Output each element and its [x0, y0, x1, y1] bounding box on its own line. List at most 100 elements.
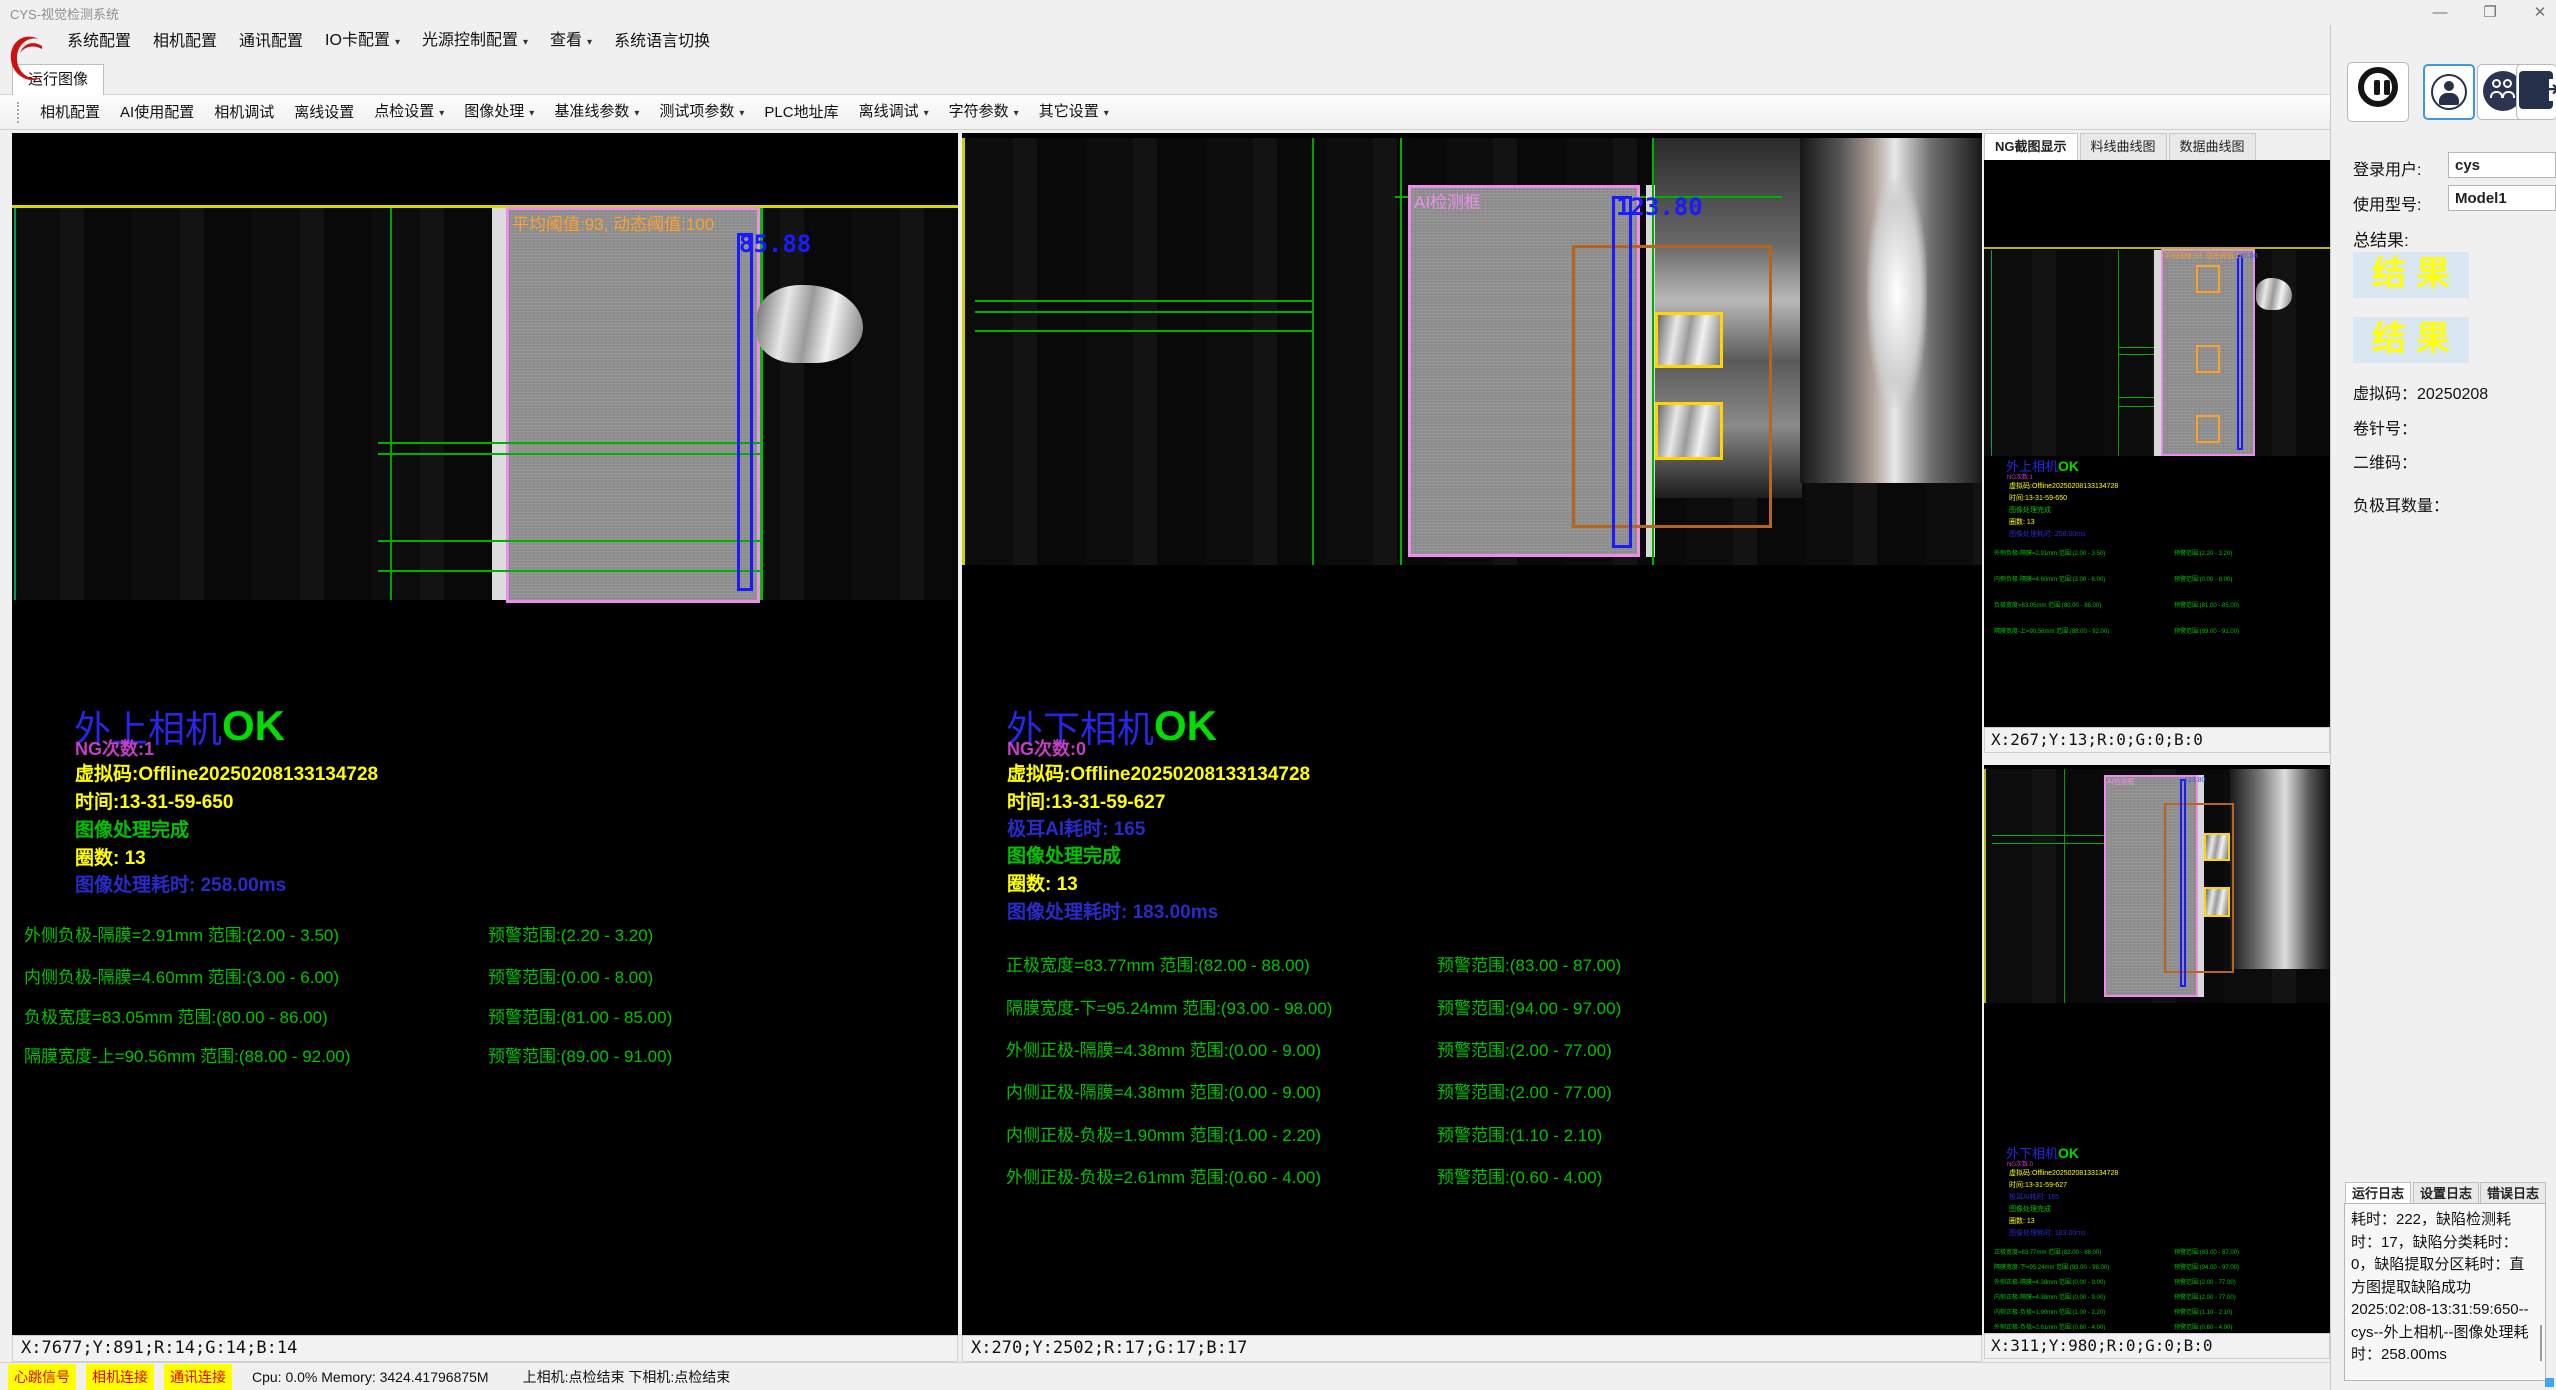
tab-detect-box-yellow — [1655, 402, 1723, 460]
mini-measurement-row: 正极宽度=83.77mm 范围:(82.00 - 88.00)预警范围:(83.… — [1994, 1247, 2324, 1256]
tool-spot-check-settings[interactable]: 点检设置▾ — [364, 94, 454, 131]
camera-check-status: 上相机:点检结束 下相机:点检结束 — [523, 1367, 731, 1387]
mini-measurement-row: 内侧正极-负极=1.90mm 范围:(1.00 - 2.20)预警范围:(1.1… — [1994, 1307, 2324, 1316]
mini-process-done: 图像处理完成 — [2009, 505, 2051, 515]
tool-baseline-params[interactable]: 基准线参数▾ — [544, 94, 649, 131]
upper-camera-view[interactable]: 平均阈值:93, 动态阈值:100 85.88 外上相机OK NG次数:1 虚拟… — [12, 133, 958, 1362]
tab-ng-screenshot[interactable]: NG截图显示 — [1984, 133, 2078, 160]
mini-electrode-tab-blob — [2256, 278, 2292, 310]
resize-grip[interactable] — [2545, 1378, 2554, 1387]
mini-machine-roller — [2230, 769, 2330, 969]
measurement-value: 负极宽度=83.05mm 范围:(80.00 - 86.00) — [24, 1003, 328, 1028]
menu-camera-config[interactable]: 相机配置 — [142, 25, 228, 59]
measurement-row: 内侧正极-隔膜=4.38mm 范围:(0.00 - 9.00) 预警范围:(2.… — [1006, 1078, 1966, 1100]
virtual-code: 虚拟码:Offline20250208133134728 — [75, 759, 378, 786]
restore-button[interactable]: ❐ — [2468, 0, 2512, 25]
tool-ai-usage-config[interactable]: AI使用配置 — [110, 95, 204, 130]
menu-light-control-config[interactable]: 光源控制配置▾ — [411, 24, 539, 60]
tool-camera-debug[interactable]: 相机调试 — [204, 95, 284, 130]
mini-measurement-row: 隔膜宽度-下=95.24mm 范围:(93.00 - 98.00)预警范围:(9… — [1994, 1262, 2324, 1271]
overlay-line-green — [378, 453, 762, 455]
model-label: 使用型号: — [2353, 191, 2421, 215]
mini-process-time: 图像处理耗时: 258.00ms — [2009, 529, 2086, 539]
minimize-button[interactable]: — — [2418, 0, 2462, 25]
measurement-warning: 预警范围:(2.00 - 77.00) — [1437, 1078, 1612, 1103]
app-window: CYS-视觉检测系统 — ❐ ✕ 系统配置 相机配置 通讯配置 IO卡配置▾ 光… — [0, 0, 2556, 1390]
loop-count: 圈数: 13 — [1007, 869, 1078, 896]
tool-camera-config[interactable]: 相机配置 — [30, 95, 110, 130]
chevron-down-icon: ▾ — [529, 108, 534, 119]
menu-language-switch[interactable]: 系统语言切换 — [603, 25, 721, 59]
overlay-line-green — [975, 330, 1312, 332]
mini-tab-box-yellow — [2204, 833, 2230, 861]
pause-button[interactable] — [2347, 62, 2409, 122]
measurement-row: 内侧正极-负极=1.90mm 范围:(1.00 - 2.20) 预警范围:(1.… — [1006, 1121, 1966, 1143]
camera-result: OK — [222, 702, 285, 749]
log-text-area[interactable]: 耗时：222，缺陷检测耗时：17，缺陷分类耗时：0，缺陷提取分区耗时：直方图提取… — [2344, 1203, 2546, 1381]
overlay-line-green — [1312, 138, 1314, 565]
ng-tab-bar: NG截图显示 料线曲线图 数据曲线图 — [1984, 133, 2258, 160]
user-button[interactable] — [2423, 64, 2475, 120]
measurement-value: 内侧正极-隔膜=4.38mm 范围:(0.00 - 9.00) — [1006, 1078, 1321, 1103]
tab-settings-log[interactable]: 设置日志 — [2413, 1182, 2479, 1204]
lower-camera-view[interactable]: AI检测框 123.80 外下相机OK NG次数:0 虚拟码:Offline20… — [962, 133, 1982, 1362]
tool-char-params[interactable]: 字符参数▾ — [939, 94, 1029, 131]
overlay-line-yellow — [1984, 769, 1986, 1003]
measurement-value: 外侧正极-负极=2.61mm 范围:(0.60 - 4.00) — [1006, 1163, 1321, 1188]
overlay-line-green — [975, 311, 1312, 313]
ng-count: NG次数:0 — [1007, 735, 1086, 761]
capture-time: 时间:13-31-59-650 — [75, 787, 233, 814]
tool-image-processing[interactable]: 图像处理▾ — [454, 94, 544, 131]
mini-loop-count: 圈数: 13 — [2009, 517, 2035, 527]
tab-data-curve[interactable]: 数据曲线图 — [2169, 133, 2256, 160]
measure-box-blue — [1612, 196, 1632, 548]
user-icon — [2431, 74, 2467, 110]
ng-thumbnail-upper[interactable]: 平均阈值:93, 动态阈值:100 85.88 外上相机OK NG次数:1 虚拟… — [1984, 160, 2330, 753]
measurement-value: 外侧正极-隔膜=4.38mm 范围:(0.00 - 9.00) — [1006, 1036, 1321, 1061]
model-field[interactable] — [2448, 185, 2556, 211]
measurement-row: 外侧负极-隔膜=2.91mm 范围:(2.00 - 3.50) 预警范围:(2.… — [24, 921, 958, 943]
measurement-row: 外侧正极-负极=2.61mm 范围:(0.60 - 4.00) 预警范围:(0.… — [1006, 1163, 1966, 1185]
tool-test-item-params[interactable]: 测试项参数▾ — [649, 94, 754, 131]
close-button[interactable]: ✕ — [2518, 0, 2556, 25]
roller-highlight — [1867, 178, 1927, 408]
menu-system-config[interactable]: 系统配置 — [56, 25, 142, 59]
measurement-warning: 预警范围:(2.20 - 3.20) — [488, 921, 653, 946]
ai-box-label: AI检测框 — [1414, 188, 1481, 213]
cpu-memory-status: Cpu: 0.0% Memory: 3424.41796875M — [252, 1369, 489, 1385]
defect-roi-box-orange — [1572, 245, 1772, 528]
measurement-warning: 预警范围:(0.00 - 8.00) — [488, 963, 653, 988]
logout-button[interactable]: ➜ — [2516, 64, 2556, 120]
measurement-value: 内侧正极-负极=1.90mm 范围:(1.00 - 2.20) — [1006, 1121, 1321, 1146]
toolbar-grip[interactable] — [17, 102, 21, 123]
tab-material-curve[interactable]: 料线曲线图 — [2080, 133, 2167, 160]
total-result-label: 总结果: — [2353, 226, 2409, 251]
mini-process-done: 图像处理完成 — [2009, 1204, 2051, 1214]
chevron-down-icon: ▾ — [587, 37, 592, 48]
comm-connect-badge: 通讯连接 — [164, 1364, 232, 1390]
tool-offline-debug[interactable]: 离线调试▾ — [849, 94, 939, 131]
result-box-lower: 结果 — [2353, 317, 2469, 363]
mini-measurement-row: 内侧负极-隔膜=4.60mm 范围:(3.00 - 6.00)预警范围:(0.0… — [1994, 574, 2324, 583]
mini-tab-box-yellow — [2204, 887, 2230, 917]
menu-io-card-config[interactable]: IO卡配置▾ — [314, 24, 411, 60]
tab-run-log[interactable]: 运行日志 — [2345, 1182, 2411, 1204]
tool-other-settings[interactable]: 其它设置▾ — [1029, 94, 1119, 131]
mini-defect-box-orange — [2196, 415, 2220, 443]
measurement-warning: 预警范围:(2.00 - 77.00) — [1437, 1036, 1612, 1061]
mini-process-time: 图像处理耗时: 183.00ms — [2009, 1228, 2086, 1238]
menu-view[interactable]: 查看▾ — [539, 24, 603, 60]
log-scrollbar[interactable] — [2540, 1325, 2542, 1361]
measurement-warning: 预警范围:(0.60 - 4.00) — [1437, 1163, 1602, 1188]
tool-plc-address-lib[interactable]: PLC地址库 — [754, 95, 848, 130]
tab-error-log[interactable]: 错误日志 — [2480, 1182, 2546, 1204]
overlay-line-green — [760, 208, 763, 600]
tool-offline-settings[interactable]: 离线设置 — [284, 95, 364, 130]
ng-thumbnail-lower[interactable]: AI检测框 123.80 外下相机OK NG次数:0 虚拟码:Offline20… — [1984, 765, 2330, 1359]
mini-ng-count: NG次数:0 — [2007, 1159, 2033, 1168]
pause-icon — [2358, 67, 2398, 107]
login-user-field[interactable] — [2448, 152, 2556, 178]
measurement-warning: 预警范围:(83.00 - 87.00) — [1437, 951, 1621, 976]
menu-comm-config[interactable]: 通讯配置 — [228, 25, 314, 59]
tab-detect-box-yellow — [1655, 312, 1723, 368]
